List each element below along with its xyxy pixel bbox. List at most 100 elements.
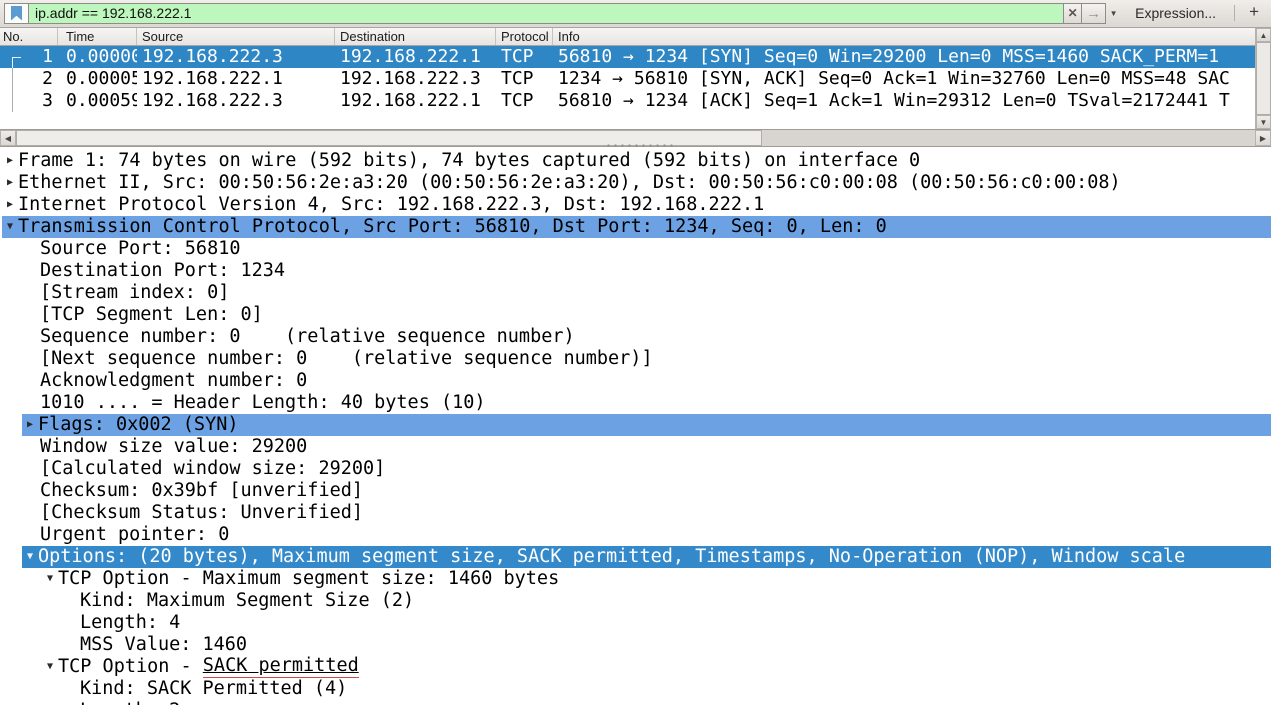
expander-expanded-icon[interactable]: ▼ xyxy=(42,656,58,678)
close-icon: ✕ xyxy=(1068,6,1078,20)
column-header-no[interactable]: No. xyxy=(0,28,58,45)
expander-collapsed-icon[interactable]: ▶ xyxy=(2,194,18,216)
clear-filter-button[interactable]: ✕ xyxy=(1064,3,1082,24)
display-filter-input[interactable]: ip.addr == 192.168.222.1 xyxy=(28,3,1064,24)
detail-row-mss-value[interactable]: MSS Value: 1460 xyxy=(0,634,1271,656)
detail-text: Kind: Maximum Segment Size (2) xyxy=(80,590,414,612)
column-header-info[interactable]: Info xyxy=(553,28,1255,45)
detail-row-seq-number[interactable]: Sequence number: 0 (relative sequence nu… xyxy=(0,326,1271,348)
packet-list-vertical-scrollbar[interactable]: ▲ ▼ xyxy=(1255,28,1271,129)
detail-text: [Calculated window size: 29200] xyxy=(40,458,385,480)
expander-collapsed-icon[interactable]: ▶ xyxy=(2,172,18,194)
cell-time: 0.00059… xyxy=(58,90,137,112)
cell-info: 1234 → 56810 [SYN, ACK] Seq=0 Ack=1 Win=… xyxy=(553,68,1255,90)
cell-time: 0.00000… xyxy=(58,46,137,68)
column-header-destination[interactable]: Destination xyxy=(335,28,496,45)
expander-expanded-icon[interactable]: ▼ xyxy=(22,546,38,568)
detail-text: [Next sequence number: 0 (relative seque… xyxy=(40,348,653,370)
cell-info: 56810 → 1234 [ACK] Seq=1 Ack=1 Win=29312… xyxy=(553,90,1255,112)
detail-row-tcp[interactable]: ▼Transmission Control Protocol, Src Port… xyxy=(0,216,1271,238)
chevron-down-icon: ▼ xyxy=(1260,118,1268,127)
detail-text: TCP Option - xyxy=(58,656,203,678)
detail-text: Acknowledgment number: 0 xyxy=(40,370,307,392)
add-filter-button[interactable]: + xyxy=(1243,2,1267,24)
detail-text: [Checksum Status: Unverified] xyxy=(40,502,363,524)
detail-row-checksum[interactable]: Checksum: 0x39bf [unverified] xyxy=(0,480,1271,502)
packet-row[interactable]: 2 0.00005… 192.168.222.1 192.168.222.3 T… xyxy=(0,68,1255,90)
expander-expanded-icon[interactable]: ▼ xyxy=(2,216,18,238)
scroll-up-button[interactable]: ▲ xyxy=(1256,28,1271,42)
detail-row-flags[interactable]: ▶Flags: 0x002 (SYN) xyxy=(0,414,1271,436)
packet-row[interactable]: 1 0.00000… 192.168.222.3 192.168.222.1 T… xyxy=(0,46,1255,68)
detail-row-option-mss[interactable]: ▼TCP Option - Maximum segment size: 1460… xyxy=(0,568,1271,590)
packet-row[interactable]: 3 0.00059… 192.168.222.3 192.168.222.1 T… xyxy=(0,90,1255,112)
chevron-left-icon: ◀ xyxy=(5,134,11,143)
detail-row-sack-length[interactable]: Length: 2 xyxy=(0,700,1271,705)
detail-row-ack-number[interactable]: Acknowledgment number: 0 xyxy=(0,370,1271,392)
detail-row-option-sack[interactable]: ▼TCP Option - SACK permitted xyxy=(0,656,1271,678)
scroll-down-button[interactable]: ▼ xyxy=(1256,115,1271,129)
detail-row-dst-port[interactable]: Destination Port: 1234 xyxy=(0,260,1271,282)
detail-row-stream-index[interactable]: [Stream index: 0] xyxy=(0,282,1271,304)
cell-destination: 192.168.222.1 xyxy=(335,90,496,112)
detail-text: Kind: SACK Permitted (4) xyxy=(80,678,347,700)
chevron-up-icon: ▲ xyxy=(1260,31,1268,40)
cell-no: 3 xyxy=(0,90,58,112)
vertical-scrollbar-thumb[interactable] xyxy=(1256,42,1271,115)
detail-text: 1010 .... = Header Length: 40 bytes (10) xyxy=(40,392,486,414)
detail-row-sack-kind[interactable]: Kind: SACK Permitted (4) xyxy=(0,678,1271,700)
filter-history-dropdown[interactable]: ▼ xyxy=(1106,3,1121,24)
detail-row-src-port[interactable]: Source Port: 56810 xyxy=(0,238,1271,260)
column-header-time[interactable]: Time xyxy=(58,28,137,45)
detail-row-mss-length[interactable]: Length: 4 xyxy=(0,612,1271,634)
chevron-right-icon: ▶ xyxy=(1260,134,1266,143)
detail-text: Sequence number: 0 (relative sequence nu… xyxy=(40,326,575,348)
pane-splitter-handle[interactable] xyxy=(605,144,675,147)
cell-no: 1 xyxy=(0,46,58,68)
expression-button[interactable]: Expression... xyxy=(1135,5,1216,21)
detail-row-frame[interactable]: ▶Frame 1: 74 bytes on wire (592 bits), 7… xyxy=(0,150,1271,172)
detail-row-options[interactable]: ▼Options: (20 bytes), Maximum segment si… xyxy=(0,546,1271,568)
cell-source: 192.168.222.3 xyxy=(137,46,335,68)
packet-list: No. Time Source Destination Protocol Inf… xyxy=(0,28,1271,130)
cell-destination: 192.168.222.3 xyxy=(335,68,496,90)
column-header-source[interactable]: Source xyxy=(137,28,335,45)
detail-row-calc-window[interactable]: [Calculated window size: 29200] xyxy=(0,458,1271,480)
expander-collapsed-icon[interactable]: ▶ xyxy=(22,414,38,436)
detail-row-checksum-status[interactable]: [Checksum Status: Unverified] xyxy=(0,502,1271,524)
detail-row-mss-kind[interactable]: Kind: Maximum Segment Size (2) xyxy=(0,590,1271,612)
cell-info: 56810 → 1234 [SYN] Seq=0 Win=29200 Len=0… xyxy=(553,46,1255,68)
apply-arrow-icon: → xyxy=(1086,5,1101,22)
detail-row-ethernet[interactable]: ▶Ethernet II, Src: 00:50:56:2e:a3:20 (00… xyxy=(0,172,1271,194)
detail-text: Ethernet II, Src: 00:50:56:2e:a3:20 (00:… xyxy=(18,172,1121,194)
detail-row-urgent-pointer[interactable]: Urgent pointer: 0 xyxy=(0,524,1271,546)
detail-text: Destination Port: 1234 xyxy=(40,260,285,282)
packet-list-header: No. Time Source Destination Protocol Inf… xyxy=(0,28,1255,46)
cell-protocol: TCP xyxy=(496,90,553,112)
scroll-right-button[interactable]: ▶ xyxy=(1255,130,1271,146)
detail-text: TCP Option - Maximum segment size: 1460 … xyxy=(58,568,559,590)
expander-expanded-icon[interactable]: ▼ xyxy=(42,568,58,590)
detail-row-header-length[interactable]: 1010 .... = Header Length: 40 bytes (10) xyxy=(0,392,1271,414)
apply-filter-button[interactable]: → xyxy=(1082,3,1106,24)
packet-list-horizontal-scrollbar[interactable]: ◀ ▶ xyxy=(0,130,1271,147)
detail-row-window-size[interactable]: Window size value: 29200 xyxy=(0,436,1271,458)
detail-text: Length: 2 xyxy=(80,700,180,705)
detail-text: Flags: 0x002 (SYN) xyxy=(38,414,238,436)
conversation-start-icon xyxy=(12,57,21,68)
filter-toolbar: ip.addr == 192.168.222.1 ✕ → ▼ Expressio… xyxy=(0,0,1271,28)
scroll-left-button[interactable]: ◀ xyxy=(0,130,16,146)
detail-row-next-seq[interactable]: [Next sequence number: 0 (relative seque… xyxy=(0,348,1271,370)
detail-row-segment-len[interactable]: [TCP Segment Len: 0] xyxy=(0,304,1271,326)
detail-text: Checksum: 0x39bf [unverified] xyxy=(40,480,363,502)
column-header-protocol[interactable]: Protocol xyxy=(496,28,553,45)
detail-text: Options: (20 bytes), Maximum segment siz… xyxy=(38,546,1185,568)
detail-row-ip[interactable]: ▶Internet Protocol Version 4, Src: 192.1… xyxy=(0,194,1271,216)
horizontal-scrollbar-track[interactable] xyxy=(762,130,1255,146)
detail-text: MSS Value: 1460 xyxy=(80,634,247,656)
filter-bookmark-button[interactable] xyxy=(4,3,28,24)
cell-protocol: TCP xyxy=(496,68,553,90)
cell-destination: 192.168.222.1 xyxy=(335,46,496,68)
cell-no: 2 xyxy=(0,68,58,90)
expander-collapsed-icon[interactable]: ▶ xyxy=(2,150,18,172)
